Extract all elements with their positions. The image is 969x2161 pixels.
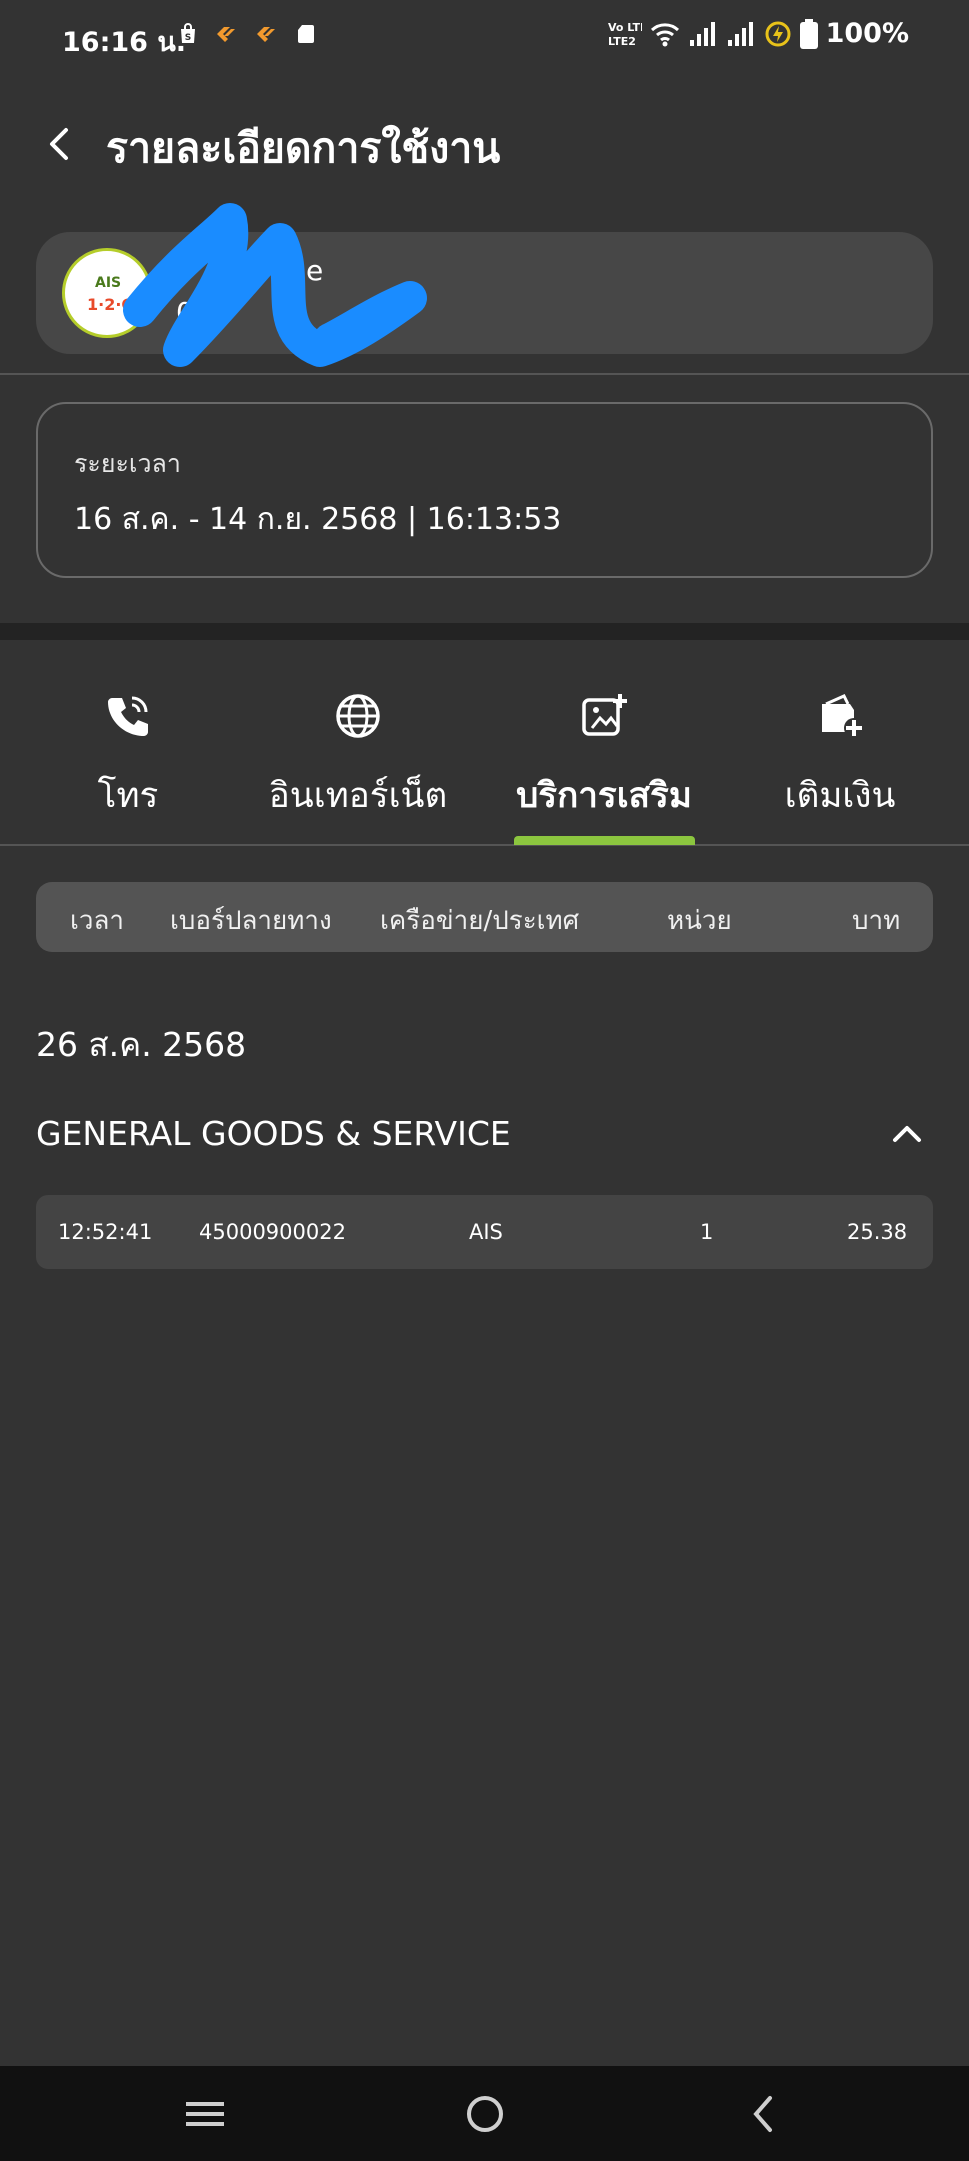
globe-icon	[336, 694, 380, 738]
volte-icon: Vo LTE2LTE2	[608, 21, 642, 48]
tab-internet-label: อินเทอร์เน็ต	[268, 776, 448, 816]
tab-internet[interactable]: อินเทอร์เน็ต	[238, 690, 478, 845]
sd-card-icon	[298, 25, 314, 43]
signal-icon	[727, 21, 753, 46]
logo-text: AIS	[95, 275, 122, 291]
svg-text:Vo LTE2: Vo LTE2	[608, 21, 642, 34]
data-saver-icon	[765, 21, 791, 46]
tab-value-added-label: บริการเสริม	[516, 776, 692, 816]
section-separator	[0, 623, 969, 640]
wallet-plus-icon	[822, 694, 864, 738]
system-nav-bar	[0, 2066, 969, 2161]
period-card: ระยะเวลา 16 ส.ค. - 14 ก.ย. 2568 | 16:13:…	[36, 402, 933, 578]
row-baht: 25.38	[847, 1220, 908, 1244]
svg-text:LTE2: LTE2	[608, 35, 636, 48]
period-value: 16 ส.ค. - 14 ก.ย. 2568 | 16:13:53	[74, 502, 562, 537]
tab-call-label: โทร	[97, 776, 159, 816]
row-network: AIS	[469, 1220, 503, 1244]
back-icon[interactable]	[740, 2092, 790, 2136]
page-title: รายละเอียดการใช้งาน	[106, 124, 501, 172]
divider	[0, 373, 969, 375]
tabs-divider	[0, 844, 969, 846]
col-baht: บาท	[852, 906, 901, 936]
battery-percent: 100%	[825, 18, 909, 49]
column-header: เวลา เบอร์ปลายทาง เครือข่าย/ประเทศ หน่วย…	[36, 882, 933, 952]
chevron-left-icon[interactable]	[40, 124, 80, 164]
tab-value-added[interactable]: บริการเสริม	[484, 690, 724, 845]
col-network: เครือข่าย/ประเทศ	[380, 906, 580, 936]
tag-icon	[217, 27, 235, 42]
row-time: 12:52:41	[58, 1220, 153, 1244]
col-destination: เบอร์ปลายทาง	[170, 906, 332, 936]
status-right: Vo LTE2LTE2 100%	[608, 18, 909, 49]
group-date: 26 ส.ค. 2568	[36, 1025, 247, 1064]
col-unit: หน่วย	[667, 906, 732, 936]
top-app-bar: รายละเอียดการใช้งาน	[0, 110, 969, 180]
home-icon[interactable]	[460, 2092, 510, 2136]
col-time: เวลา	[70, 906, 125, 936]
usage-tabs: โทร อินเทอร์เน็ต บริการเสริม เติมเงิน	[0, 690, 969, 845]
phone-icon	[108, 696, 148, 736]
wifi-icon	[650, 22, 679, 46]
tag-icon	[257, 27, 275, 42]
menu-icon[interactable]	[180, 2092, 230, 2136]
row-unit: 1	[700, 1220, 714, 1244]
active-tab-indicator	[514, 836, 695, 845]
tab-topup[interactable]: เติมเงิน	[720, 690, 960, 845]
media-plus-icon	[582, 694, 627, 736]
period-label: ระยะเวลา	[74, 449, 181, 478]
status-bar: 16:16 น. S Vo LTE2LTE2 100%	[0, 0, 969, 72]
chevron-up-icon[interactable]	[890, 1118, 924, 1148]
shopping-bag-icon: S	[181, 23, 195, 43]
row-destination: 45000900022	[199, 1220, 346, 1244]
tab-call[interactable]: โทร	[8, 690, 248, 845]
section-title: GENERAL GOODS & SERVICE	[36, 1114, 511, 1153]
status-time: 16:16 น.	[62, 27, 187, 58]
tab-topup-label: เติมเงิน	[784, 776, 896, 816]
redaction-scribble	[123, 203, 427, 367]
battery-icon	[799, 18, 818, 49]
table-row: 12:52:41 45000900022 AIS 1 25.38	[36, 1195, 933, 1269]
signal-icon	[689, 21, 715, 46]
svg-text:S: S	[185, 33, 191, 43]
